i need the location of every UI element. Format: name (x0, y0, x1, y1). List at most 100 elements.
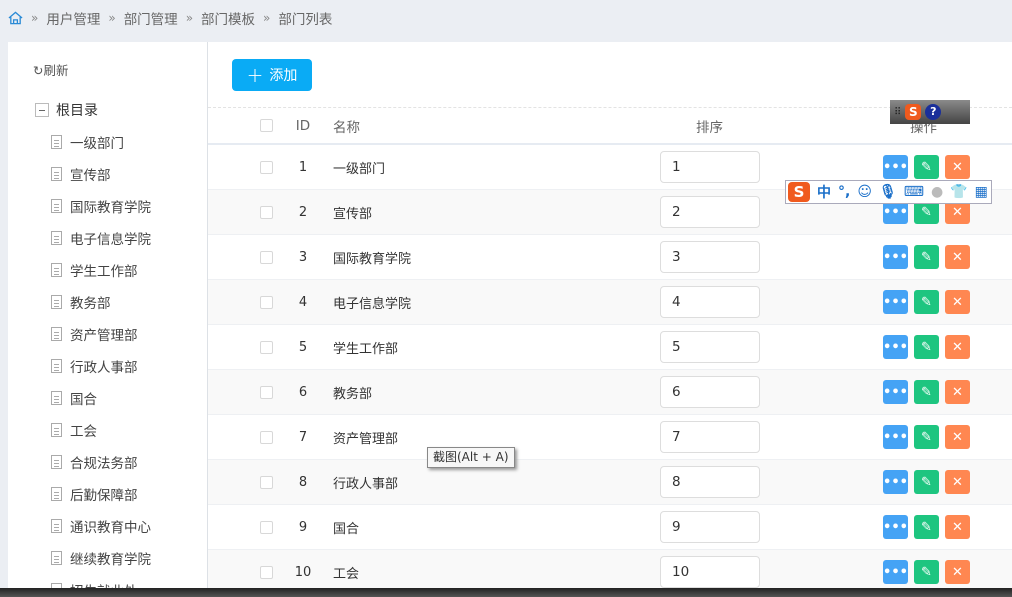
sort-input[interactable]: 4 (660, 286, 760, 318)
ime-toolbar[interactable]: S 中 °, ☺ 🎙 ⌨ ● 👕 ▦ (785, 180, 992, 204)
breadcrumb-item[interactable]: 部门模板 (201, 8, 255, 28)
document-icon (51, 199, 62, 213)
sort-input[interactable]: 5 (660, 331, 760, 363)
sogou-logo-icon: S (788, 182, 810, 202)
edit-button[interactable]: ✎ (914, 380, 939, 404)
header-name: 名称 (333, 119, 360, 136)
row-checkbox[interactable] (260, 340, 273, 354)
edit-button[interactable]: ✎ (914, 155, 939, 179)
tree-item[interactable]: 资产管理部 (51, 318, 151, 350)
row-checkbox[interactable] (260, 295, 273, 309)
sort-input[interactable]: 9 (660, 511, 760, 543)
table-row: 8 行政人事部 8 ••• ✎ ✕ (208, 460, 1012, 505)
header-sort: 排序 (696, 119, 723, 136)
more-button[interactable]: ••• (883, 290, 908, 314)
row-checkbox[interactable] (260, 160, 273, 174)
keyboard-icon[interactable]: ⌨ (904, 184, 924, 200)
emoji-icon[interactable]: ☺ (857, 184, 872, 200)
tree-item[interactable]: 学生工作部 (51, 254, 151, 286)
more-button[interactable]: ••• (883, 560, 908, 584)
sort-input[interactable]: 7 (660, 421, 760, 453)
document-icon (51, 135, 62, 149)
row-checkbox[interactable] (260, 250, 273, 264)
more-button[interactable]: ••• (883, 515, 908, 539)
delete-button[interactable]: ✕ (945, 380, 970, 404)
more-button[interactable]: ••• (883, 155, 908, 179)
row-checkbox[interactable] (260, 520, 273, 534)
delete-button[interactable]: ✕ (945, 335, 970, 359)
sort-input[interactable]: 1 (660, 151, 760, 183)
ime-status-bar[interactable]: ⠿ S? (890, 100, 970, 124)
more-button[interactable]: ••• (883, 380, 908, 404)
more-button[interactable]: ••• (883, 335, 908, 359)
tree-item[interactable]: 后勤保障部 (51, 478, 151, 510)
tree-item[interactable]: 教务部 (51, 286, 151, 318)
delete-button[interactable]: ✕ (945, 425, 970, 449)
edit-button[interactable]: ✎ (914, 290, 939, 314)
document-icon (51, 231, 62, 245)
skin-icon[interactable]: 👕 (950, 184, 967, 200)
sogou-logo-icon: S (905, 104, 922, 120)
tree-item[interactable]: 通识教育中心 (51, 510, 151, 542)
breadcrumb-item[interactable]: 部门管理 (124, 8, 178, 28)
tree-item[interactable]: 国合 (51, 382, 151, 414)
sort-input[interactable]: 6 (660, 376, 760, 408)
document-icon (51, 455, 62, 469)
edit-button[interactable]: ✎ (914, 515, 939, 539)
tree-item[interactable]: 宣传部 (51, 158, 151, 190)
table-row: 5 学生工作部 5 ••• ✎ ✕ (208, 325, 1012, 370)
collapse-icon[interactable] (35, 103, 49, 117)
table-row: 4 电子信息学院 4 ••• ✎ ✕ (208, 280, 1012, 325)
tree-item[interactable]: 一级部门 (51, 126, 151, 158)
tree-item[interactable]: 合规法务部 (51, 446, 151, 478)
edit-button[interactable]: ✎ (914, 245, 939, 269)
tree-item[interactable]: 工会 (51, 414, 151, 446)
tree-item[interactable]: 行政人事部 (51, 350, 151, 382)
microphone-icon[interactable]: 🎙 (879, 184, 897, 200)
row-checkbox[interactable] (260, 475, 273, 489)
delete-button[interactable]: ✕ (945, 470, 970, 494)
sort-input[interactable]: 10 (660, 556, 760, 588)
home-icon[interactable] (8, 11, 23, 25)
sort-input[interactable]: 8 (660, 466, 760, 498)
tree-root[interactable]: 根目录 (35, 100, 98, 120)
edit-button[interactable]: ✎ (914, 425, 939, 449)
row-checkbox[interactable] (260, 205, 273, 219)
document-icon (51, 551, 62, 565)
row-checkbox[interactable] (260, 565, 273, 579)
row-checkbox[interactable] (260, 385, 273, 399)
tree-item[interactable]: 招生就业处 (51, 574, 151, 588)
select-all-checkbox[interactable] (260, 119, 273, 132)
tree-item[interactable]: 继续教育学院 (51, 542, 151, 574)
ime-punctuation-toggle[interactable]: °, (838, 184, 850, 200)
tooltip: 截图(Alt + A) (427, 447, 515, 468)
sort-input[interactable]: 2 (660, 196, 760, 228)
sort-input[interactable]: 3 (660, 241, 760, 273)
user-icon[interactable]: ● (931, 184, 943, 200)
more-button[interactable]: ••• (883, 245, 908, 269)
breadcrumb-item[interactable]: 用户管理 (46, 8, 100, 28)
help-icon[interactable]: ? (925, 104, 942, 120)
taskbar (0, 588, 1012, 597)
delete-button[interactable]: ✕ (945, 515, 970, 539)
tree-item[interactable]: 电子信息学院 (51, 222, 151, 254)
delete-button[interactable]: ✕ (945, 290, 970, 314)
more-button[interactable]: ••• (883, 470, 908, 494)
delete-button[interactable]: ✕ (945, 245, 970, 269)
edit-button[interactable]: ✎ (914, 470, 939, 494)
document-icon (51, 327, 62, 341)
table-row: 9 国合 9 ••• ✎ ✕ (208, 505, 1012, 550)
add-button[interactable]: + 添加 (232, 59, 312, 91)
delete-button[interactable]: ✕ (945, 155, 970, 179)
toolbox-icon[interactable]: ▦ (975, 184, 988, 200)
delete-button[interactable]: ✕ (945, 560, 970, 584)
content-panel: ↻刷新 根目录 一级部门 宣传部 国际教育学院 电子信息学院 学生工作部 教务部 资产管理部… (8, 42, 1012, 595)
edit-button[interactable]: ✎ (914, 560, 939, 584)
ime-language-toggle[interactable]: 中 (817, 182, 831, 202)
row-checkbox[interactable] (260, 430, 273, 444)
tree-item[interactable]: 国际教育学院 (51, 190, 151, 222)
document-icon (51, 263, 62, 277)
edit-button[interactable]: ✎ (914, 335, 939, 359)
refresh-button[interactable]: ↻刷新 (33, 60, 69, 79)
more-button[interactable]: ••• (883, 425, 908, 449)
